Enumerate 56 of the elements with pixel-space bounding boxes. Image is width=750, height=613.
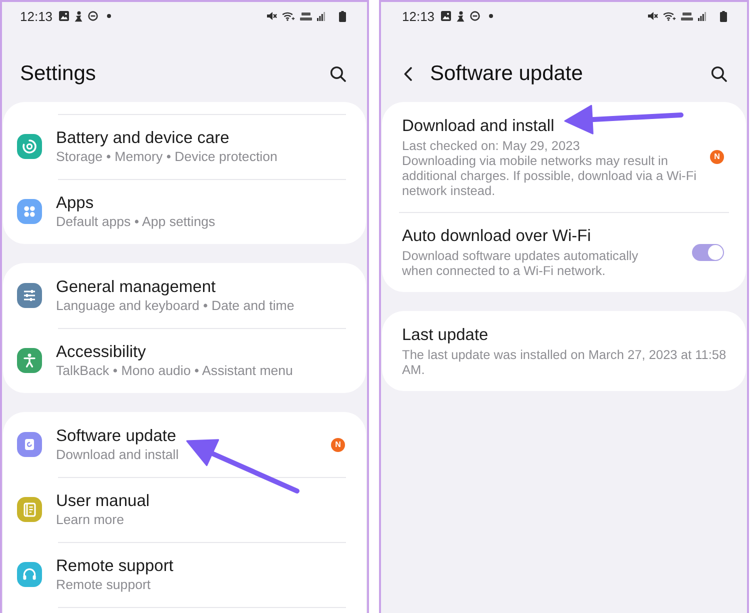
- search-icon[interactable]: [711, 66, 727, 82]
- mute-icon: [648, 11, 658, 21]
- book-icon: [17, 497, 42, 522]
- setting-subtitle: Default apps • App settings: [56, 212, 216, 230]
- battery-icon: [339, 10, 346, 22]
- gallery-icon: [440, 11, 451, 21]
- setting-title[interactable]: Remote support: [56, 556, 345, 576]
- network-type-icon: [681, 12, 693, 20]
- figure-icon: [74, 10, 83, 22]
- setting-title[interactable]: Accessibility: [56, 342, 345, 362]
- accessibility-icon: [17, 348, 42, 373]
- screen-title: Settings: [20, 62, 96, 86]
- headset-icon: [17, 562, 42, 587]
- gallery-icon: [58, 11, 69, 21]
- do-not-disturb-icon: [470, 11, 480, 21]
- setting-subtitle: Download and install: [56, 446, 180, 464]
- setting-subtitle: TalkBack • Mono audio • Assistant menu: [56, 362, 294, 380]
- setting-subtitle: Remote support: [56, 576, 152, 594]
- setting-subtitle: Language and keyboard • Date and time: [56, 296, 296, 314]
- signal-icon: [317, 12, 325, 20]
- sliders-icon: [17, 283, 42, 308]
- setting-title[interactable]: General management: [56, 276, 345, 296]
- apps-grid-icon: [17, 199, 42, 224]
- setting-title[interactable]: Apps: [56, 192, 345, 212]
- setting-description: Downloading via mobile networks may result in additional charges. If possible, download via a Wi-Fi network instead.: [402, 153, 698, 198]
- setting-title[interactable]: Software update: [56, 426, 331, 446]
- notification-dot-icon: [488, 14, 493, 18]
- do-not-disturb-icon: [88, 11, 98, 21]
- toggle-switch[interactable]: [692, 244, 724, 260]
- status-time: 12:13: [402, 10, 435, 22]
- new-badge: N: [710, 150, 724, 164]
- setting-description: Download software updates automatically when connected to a Wi-Fi network.: [402, 248, 640, 278]
- new-badge: N: [331, 438, 345, 452]
- setting-title[interactable]: Battery and device care: [56, 128, 345, 148]
- screen-title: Software update: [430, 62, 583, 86]
- network-type-icon: [300, 12, 312, 20]
- search-icon[interactable]: [330, 66, 346, 82]
- mute-icon: [267, 11, 277, 21]
- setting-title[interactable]: Last update: [402, 325, 734, 345]
- setting-subtitle: Storage • Memory • Device protection: [56, 148, 278, 166]
- setting-title[interactable]: User manual: [56, 490, 345, 510]
- update-icon: [17, 432, 42, 457]
- setting-title[interactable]: Download and install: [402, 116, 708, 136]
- device-care-icon: [17, 134, 42, 159]
- setting-subtitle: Learn more: [56, 510, 125, 528]
- notification-dot-icon: [106, 14, 111, 18]
- wifi-icon: [282, 11, 295, 21]
- setting-description: The last update was installed on March 27, 2023 at 11:58 AM.: [402, 347, 728, 377]
- signal-icon: [698, 12, 706, 20]
- wifi-icon: [663, 11, 676, 21]
- status-time: 12:13: [20, 10, 53, 22]
- setting-description: Last checked on: May 29, 2023: [402, 138, 581, 153]
- figure-icon: [456, 10, 465, 22]
- setting-title[interactable]: Auto download over Wi-Fi: [402, 226, 664, 246]
- battery-icon: [720, 10, 727, 22]
- back-icon[interactable]: [404, 67, 412, 81]
